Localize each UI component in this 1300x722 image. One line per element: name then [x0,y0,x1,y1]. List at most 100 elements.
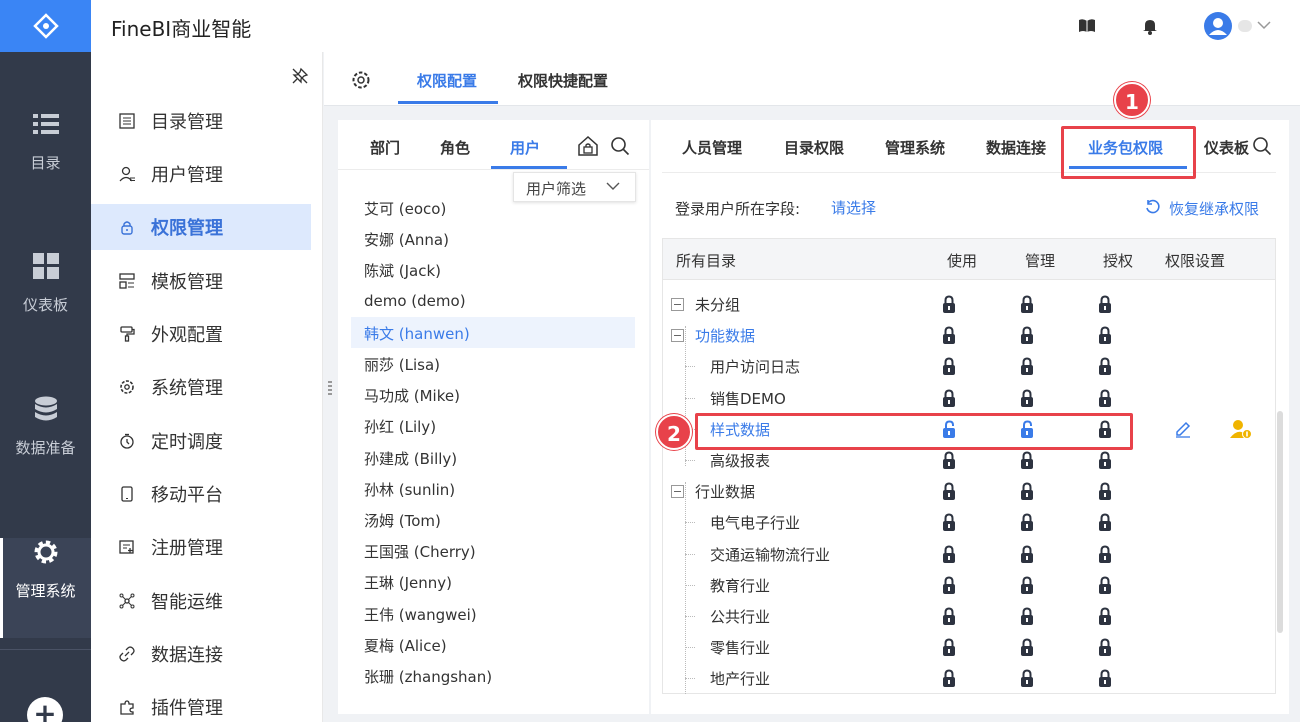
lock-icon[interactable] [1020,513,1034,532]
menu-item-system[interactable]: 系统管理 [91,364,311,410]
rail-item-data-prep[interactable]: 数据准备 [0,395,91,495]
tab-user[interactable]: 用户 [510,137,540,158]
tree-row[interactable]: 零售行业 [663,632,1263,663]
user-item[interactable]: 丽莎 (Lisa) [364,354,440,375]
lock-icon[interactable] [1098,607,1112,626]
lock-icon[interactable] [942,545,956,564]
menu-item-appearance[interactable]: 外观配置 [91,311,311,357]
menu-item-mobile[interactable]: 移动平台 [91,471,311,517]
tree-row[interactable]: 电气电子行业 [663,507,1263,538]
tree-label[interactable]: 高级报表 [710,450,770,471]
lock-icon[interactable] [1020,451,1034,470]
avatar[interactable] [1204,12,1232,40]
lock-icon[interactable] [1098,295,1112,314]
tree-row[interactable]: 功能数据 [663,320,1263,351]
tab-permission-quick-config[interactable]: 权限快捷配置 [518,70,608,91]
gear-icon[interactable] [351,70,371,90]
bell-icon[interactable] [1140,16,1160,36]
tree-row[interactable]: 行业数据 [663,476,1263,507]
user-item[interactable]: 王琳 (Jenny) [364,572,452,593]
lock-icon[interactable] [1098,482,1112,501]
tree-label[interactable]: 交通运输物流行业 [710,544,830,565]
tree-label[interactable]: 销售DEMO [710,388,786,409]
add-icon[interactable]: + [27,697,63,722]
lock-icon[interactable] [1098,451,1112,470]
rail-item-catalog[interactable]: 目录 [0,110,91,210]
lock-icon[interactable] [942,607,956,626]
house-lock-icon[interactable] [577,135,599,157]
menu-item-templates[interactable]: 模板管理 [91,258,311,304]
lock-icon[interactable] [1098,638,1112,657]
lock-icon[interactable] [1020,357,1034,376]
tree-row[interactable]: 销售DEMO [663,383,1263,414]
tab-catalog-permission[interactable]: 目录权限 [784,137,844,158]
tree-row[interactable]: 未分组 [663,289,1263,320]
tree-label[interactable]: 零售行业 [710,637,770,658]
user-item[interactable]: 艾可 (eoco) [364,198,446,219]
lock-icon[interactable] [1098,576,1112,595]
menu-item-registration[interactable]: 注册管理 [91,524,311,570]
tree-row[interactable]: 交通运输物流行业 [663,539,1263,570]
collapse-icon[interactable] [671,329,684,343]
user-item[interactable]: 夏梅 (Alice) [364,635,447,656]
tree-label[interactable]: 行业数据 [695,481,755,502]
book-icon[interactable] [1077,16,1097,36]
lock-icon[interactable] [942,482,956,501]
unpin-icon[interactable] [291,67,309,85]
user-filter-dropdown[interactable]: 用户筛选 [513,172,636,202]
search-icon[interactable] [610,136,630,156]
logo[interactable] [0,0,91,52]
tab-admin-system[interactable]: 管理系统 [885,137,945,158]
user-item[interactable]: 马功成 (Mike) [364,385,460,406]
user-item[interactable]: 孙红 (Lily) [364,416,436,437]
user-permission-icon[interactable] [1230,419,1252,439]
lock-icon[interactable] [1020,607,1034,626]
tree-label[interactable]: 电气电子行业 [710,512,800,533]
lock-icon[interactable] [1020,545,1034,564]
tree-label[interactable]: 教育行业 [710,575,770,596]
user-item[interactable]: 王伟 (wangwei) [364,604,477,625]
chevron-down-icon[interactable] [1257,20,1271,30]
lock-icon[interactable] [1098,389,1112,408]
restore-inherited-button[interactable]: 恢复继承权限 [1169,198,1259,219]
menu-item-plugins[interactable]: 插件管理 [91,684,311,722]
collapse-icon[interactable] [671,298,684,311]
tree-label[interactable]: 功能数据 [695,325,755,346]
user-item[interactable]: 孙建成 (Billy) [364,448,457,469]
menu-item-ops[interactable]: 智能运维 [91,578,311,624]
rail-item-dashboard[interactable]: 仪表板 [0,252,91,352]
user-item[interactable]: 张珊 (zhangshan) [364,666,492,687]
lock-icon[interactable] [942,513,956,532]
lock-icon[interactable] [942,295,956,314]
lock-icon[interactable] [1020,576,1034,595]
tree-label[interactable]: 未分组 [695,294,740,315]
lock-icon[interactable] [942,389,956,408]
search-icon[interactable] [1252,136,1272,156]
lock-icon[interactable] [1098,326,1112,345]
lock-icon[interactable] [942,326,956,345]
lock-icon[interactable] [1020,482,1034,501]
menu-item-permissions[interactable]: 权限管理 [91,204,311,250]
user-item[interactable]: 孙林 (sunlin) [364,479,455,500]
lock-icon[interactable] [1020,389,1034,408]
scrollbar[interactable] [1277,411,1283,633]
tab-permission-config[interactable]: 权限配置 [417,70,477,91]
tab-role[interactable]: 角色 [440,137,470,158]
collapse-icon[interactable] [671,485,684,499]
lock-icon[interactable] [1098,357,1112,376]
lock-icon[interactable] [942,451,956,470]
lock-icon[interactable] [1020,326,1034,345]
user-item[interactable]: 韩文 (hanwen) [364,323,470,344]
please-select-link[interactable]: 请选择 [831,197,876,218]
user-item[interactable]: demo (demo) [364,292,466,310]
lock-icon[interactable] [1020,669,1034,688]
tree-label[interactable]: 地产行业 [710,668,770,689]
tree-row[interactable]: 地产行业 [663,663,1263,694]
tab-dashboard[interactable]: 仪表板 [1204,137,1249,158]
menu-item-users[interactable]: 用户管理 [91,151,311,197]
tree-label[interactable]: 用户访问日志 [710,356,800,377]
menu-item-catalog[interactable]: 目录管理 [91,98,311,144]
lock-icon[interactable] [942,357,956,376]
user-item[interactable]: 安娜 (Anna) [364,229,449,250]
lock-icon[interactable] [942,638,956,657]
